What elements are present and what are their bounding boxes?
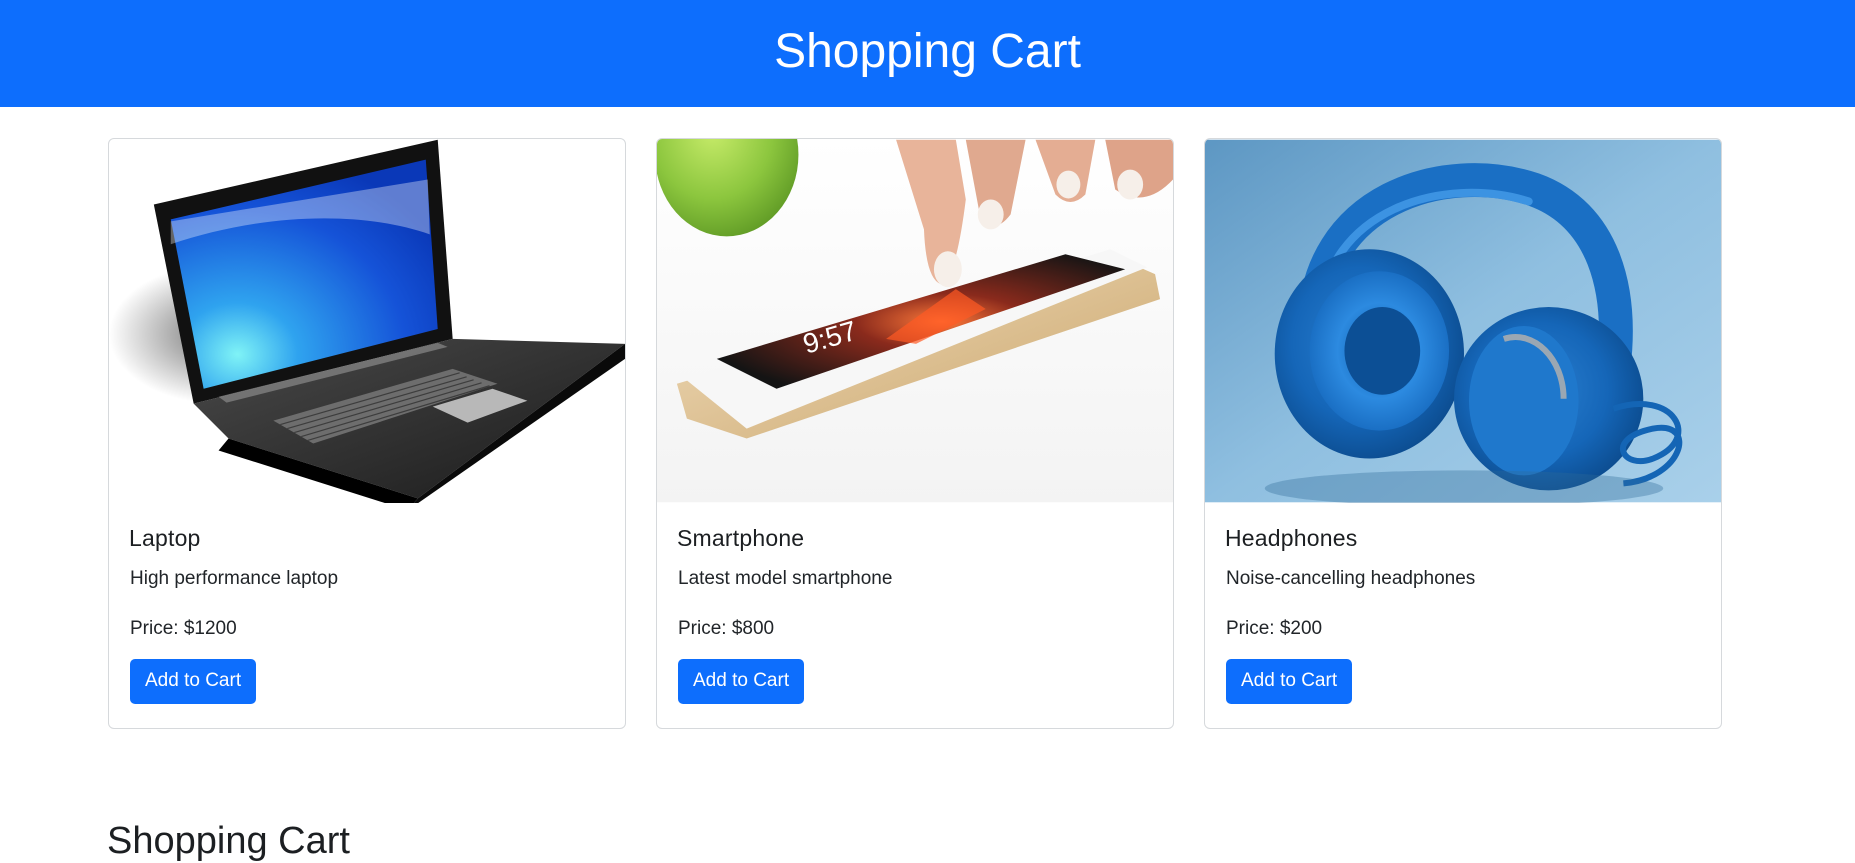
product-description: Noise-cancelling headphones: [1226, 568, 1476, 589]
product-price: Price: $200: [1226, 618, 1323, 639]
page-title: Shopping Cart: [774, 25, 1081, 78]
product-price: Price: $800: [678, 618, 775, 639]
cart-heading: Shopping Cart: [107, 820, 350, 862]
headphones-image: [1205, 139, 1721, 503]
smartphone-image: 9:57: [657, 139, 1173, 503]
laptop-image: [109, 139, 625, 503]
product-name: Headphones: [1225, 525, 1358, 551]
product-price: Price: $1200: [130, 618, 237, 639]
product-name: Laptop: [129, 525, 201, 551]
product-name: Smartphone: [677, 525, 805, 551]
add-to-cart-button-laptop[interactable]: Add to Cart: [130, 659, 257, 704]
product-description: Latest model smartphone: [678, 568, 893, 589]
add-to-cart-button-headphones[interactable]: Add to Cart: [1226, 659, 1353, 704]
add-to-cart-button-smartphone[interactable]: Add to Cart: [678, 659, 805, 704]
product-card-headphones: Headphones Noise-cancelling headphones P…: [1204, 138, 1722, 729]
product-list: Laptop High performance laptop Price: $1…: [108, 138, 1722, 729]
top-banner: Shopping Cart: [0, 0, 1855, 107]
product-description: High performance laptop: [130, 568, 339, 589]
product-card-laptop: Laptop High performance laptop Price: $1…: [108, 138, 626, 729]
product-card-smartphone: 9:57 Smartphone Latest model smartphone …: [656, 138, 1174, 729]
